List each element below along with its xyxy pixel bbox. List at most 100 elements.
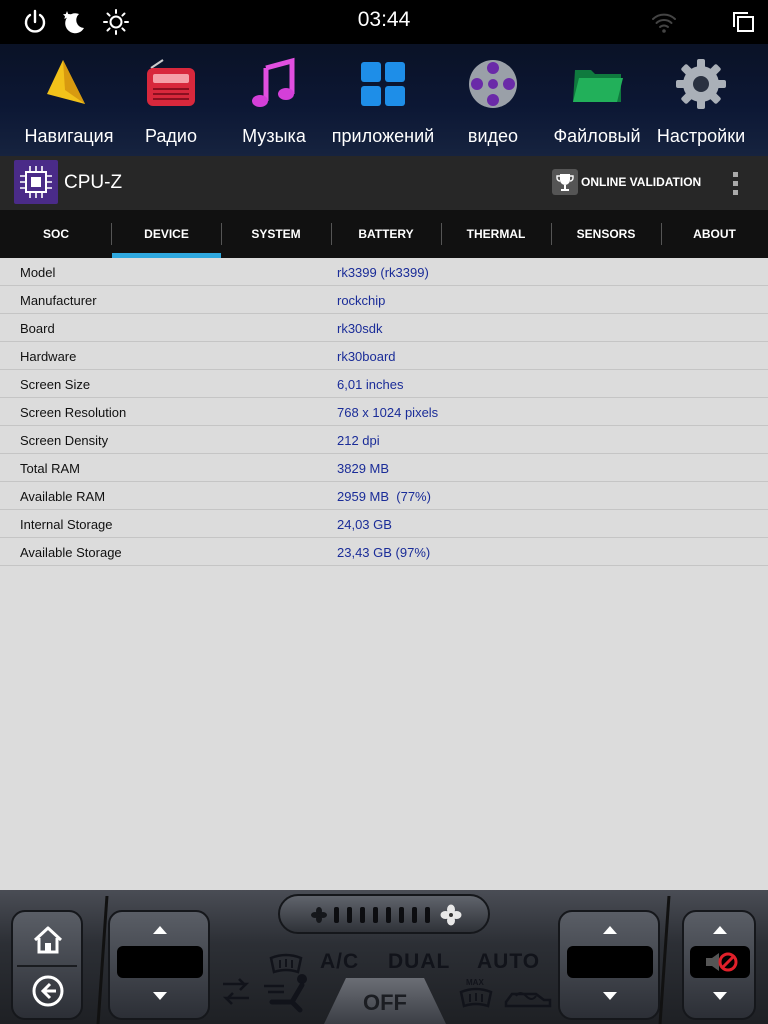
info-row-screen-density: Screen Density 212 dpi [0,426,768,454]
info-value: 6,01 inches [337,377,404,392]
recirculation-icon[interactable] [220,976,252,1010]
right-temp-display [567,946,653,978]
off-button[interactable]: OFF [324,978,446,1024]
volume-display [690,946,750,978]
info-row-screen-resolution: Screen Resolution 768 x 1024 pixels [0,398,768,426]
radio-icon [147,59,195,106]
info-row-internal-storage: Internal Storage 24,03 GB [0,510,768,538]
info-value: 23,43 GB (97%) [337,545,431,560]
max-defrost-icon[interactable] [458,986,494,1012]
panel-separator [17,965,77,967]
info-key: Internal Storage [20,517,113,532]
tab-thermal[interactable]: THERMAL [441,210,551,258]
info-key: Manufacturer [20,293,97,308]
status-bar: 03:44 [0,0,768,44]
fan-level-segment [347,907,352,923]
right-temp-down-icon[interactable] [603,992,617,1000]
panel-divider [96,896,109,1024]
info-value: 212 dpi [337,433,380,448]
fan-level-segment [386,907,391,923]
app-launcher: Навигация Радио Музыка приложений видео … [0,44,768,156]
right-temperature-control [558,910,660,1020]
info-row-hardware: Hardware rk30board [0,342,768,370]
home-back-panel [11,910,83,1020]
overflow-menu-icon[interactable] [730,170,742,198]
settings-gear-icon [676,59,726,109]
tab-about[interactable]: ABOUT [661,210,768,258]
fan-low-icon [311,907,327,923]
folder-icon [573,70,623,102]
info-key: Hardware [20,349,77,364]
fan-high-icon [440,904,462,926]
info-row-available-storage: Available Storage 23,43 GB (97%) [0,538,768,566]
info-row-available-ram: Available RAM 2959 MB (77%) [0,482,768,510]
online-validation-button[interactable]: ONLINE VALIDATION [581,175,701,189]
info-key: Screen Density [20,433,109,448]
off-label: OFF [363,990,407,1015]
trophy-icon[interactable] [552,169,578,195]
video-reel-icon [469,60,517,108]
dual-button[interactable]: DUAL [388,950,450,974]
front-defrost-icon[interactable] [268,952,304,974]
left-temp-up-icon[interactable] [153,926,167,934]
tab-device[interactable]: DEVICE [112,210,221,258]
info-value: 768 x 1024 pixels [337,405,439,420]
volume-control [682,910,756,1020]
left-temp-down-icon[interactable] [153,992,167,1000]
auto-button[interactable]: AUTO [477,950,540,974]
rear-defrost-icon[interactable] [502,986,552,1010]
cpuz-logo-icon [14,160,58,204]
fan-level-segment [412,907,417,923]
volume-up-icon[interactable] [713,926,727,934]
info-value: rk30board [337,349,396,364]
info-value: 24,03 GB [337,517,392,532]
airflow-seat-icon[interactable] [262,972,316,1014]
fan-level-segment [425,907,430,923]
wifi-icon [652,13,676,33]
info-row-total-ram: Total RAM 3829 MB [0,454,768,482]
home-icon[interactable] [31,924,65,956]
fan-level-segment [334,907,339,923]
fan-level-segment [360,907,365,923]
info-row-board: Board rk30sdk [0,314,768,342]
volume-down-icon[interactable] [713,992,727,1000]
left-temperature-control [108,910,210,1020]
back-icon[interactable] [31,974,65,1008]
info-value: 2959 MB (77%) [337,489,431,504]
panel-divider [658,896,671,1024]
cpuz-app-bar: CPU-Z ONLINE VALIDATION [0,156,768,210]
tab-sensors[interactable]: SENSORS [551,210,661,258]
music-icon [252,57,295,107]
recent-apps-icon[interactable] [730,8,758,36]
fan-level-segment [373,907,378,923]
tab-bar: SOC DEVICE SYSTEM BATTERY THERMAL SENSOR… [0,210,768,258]
info-value: rockchip [337,293,386,308]
climate-control-bar: A/C DUAL AUTO OFF MAX [0,890,768,1024]
navigation-icon [47,60,85,104]
info-key: Screen Size [20,377,91,392]
info-key: Screen Resolution [20,405,127,420]
apps-grid-icon [361,62,405,106]
info-row-screen-size: Screen Size 6,01 inches [0,370,768,398]
mute-icon[interactable] [704,950,740,974]
info-value: 3829 MB [337,461,390,476]
app-title: CPU-Z [64,172,123,193]
info-key: Model [20,265,56,280]
tab-battery[interactable]: BATTERY [331,210,441,258]
info-row-manufacturer: Manufacturer rockchip [0,286,768,314]
info-value: rk3399 (rk3399) [337,265,429,280]
tab-system[interactable]: SYSTEM [221,210,331,258]
device-info-panel: Model rk3399 (rk3399) Manufacturer rockc… [0,258,768,890]
info-row-model: Model rk3399 (rk3399) [0,258,768,286]
tab-soc[interactable]: SOC [0,210,112,258]
info-key: Available RAM [20,489,106,504]
info-key: Available Storage [20,545,122,560]
info-value: rk30sdk [337,321,383,336]
ac-button[interactable]: A/C [320,950,359,974]
info-key: Board [20,321,55,336]
fan-level-segment [399,907,404,923]
launcher-settings[interactable]: Настройки [646,44,756,156]
right-temp-up-icon[interactable] [603,926,617,934]
left-temp-display [117,946,203,978]
fan-speed-bar[interactable] [278,894,490,934]
